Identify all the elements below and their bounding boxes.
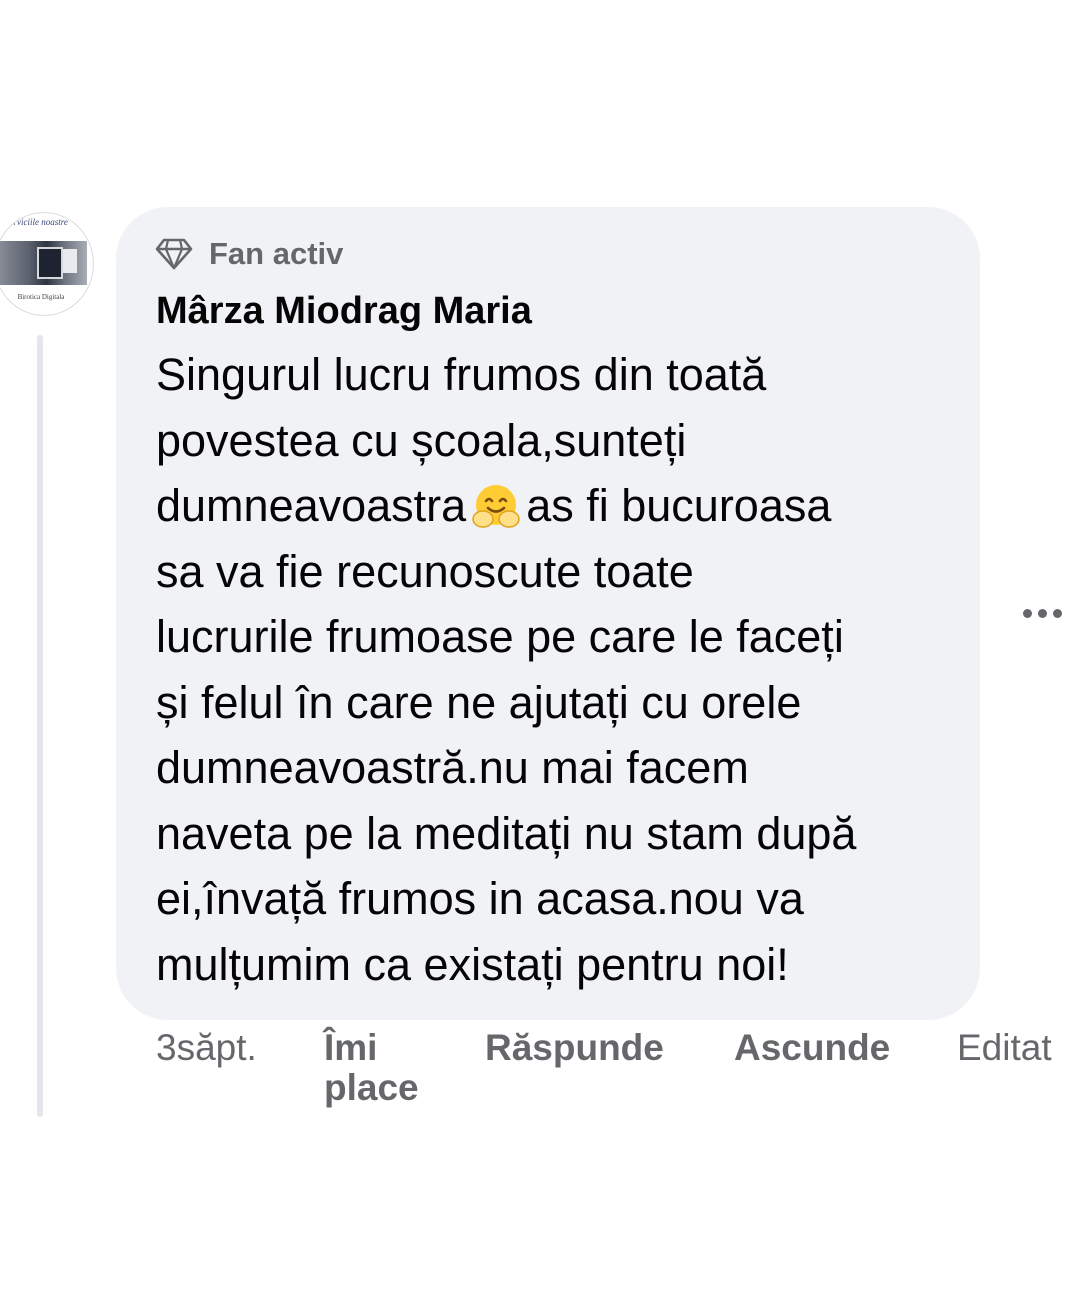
comment-line: sa va fie recunoscute toate xyxy=(156,545,694,597)
avatar-ribbon-text: Serviciile noastre xyxy=(5,217,68,227)
diamond-icon xyxy=(155,238,193,270)
more-dot xyxy=(1022,608,1032,618)
comment-line: naveta pe la meditați nu stam după xyxy=(156,807,857,859)
edited-label[interactable]: Editat xyxy=(957,1028,1052,1068)
like-button[interactable]: Îmi place xyxy=(324,1028,454,1108)
comment-line: Singurul lucru frumos din toată xyxy=(156,349,767,400)
comment-line: lucrurile frumoase pe care le faceți xyxy=(156,611,844,662)
more-dot xyxy=(1037,608,1047,618)
comment-text: Singurul lucru frumos din toată povestea… xyxy=(156,342,956,997)
hugging-face-emoji xyxy=(472,485,520,528)
comment-fragment: as fi bucuroasa xyxy=(526,480,832,531)
more-dot xyxy=(1052,608,1062,618)
reply-button[interactable]: Răspunde xyxy=(485,1028,664,1068)
thread-line xyxy=(37,335,43,1117)
comment-fragment: dumneavoastra xyxy=(156,480,467,531)
comment-line: și felul în care ne ajutați cu orele xyxy=(156,676,802,728)
more-options-icon[interactable] xyxy=(1014,596,1070,630)
hide-button[interactable]: Ascunde xyxy=(734,1028,890,1068)
comment-line: dumneavoastră.nu mai facem xyxy=(156,742,749,793)
comment-line: povestea cu școala,sunteți xyxy=(156,414,687,466)
page-avatar[interactable]: Serviciile noastre Birotica Digitala xyxy=(0,212,94,316)
comment-line: mulțumim ca existați pentru noi! xyxy=(156,938,789,990)
avatar-device-screen xyxy=(37,247,63,279)
avatar-device-panel xyxy=(63,249,77,273)
avatar-caption: Birotica Digitala xyxy=(17,293,65,301)
comment-author[interactable]: Mârza Miodrag Maria xyxy=(156,290,532,333)
fan-badge[interactable]: Fan activ xyxy=(155,234,343,274)
badge-label: Fan activ xyxy=(209,236,344,271)
comment-timestamp[interactable]: 3săpt. xyxy=(156,1028,257,1068)
comment-line: ei,învață frumos in acasa.nou va xyxy=(156,873,804,924)
avatar-photo xyxy=(0,241,87,285)
comment-line-with-emoji: dumneavoastra as fi bucuroasa xyxy=(156,473,956,539)
